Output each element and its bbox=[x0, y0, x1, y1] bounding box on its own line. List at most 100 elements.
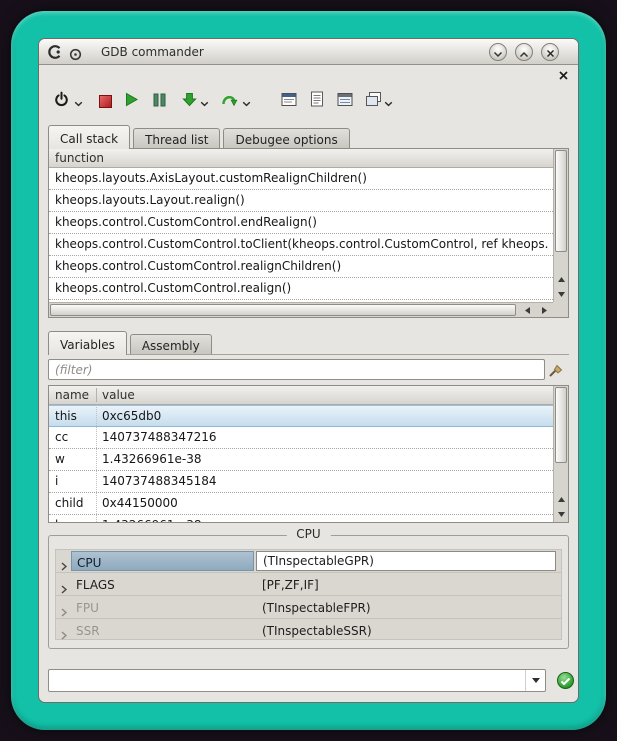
expander-icon[interactable] bbox=[61, 625, 67, 647]
column-header-name: name bbox=[55, 388, 89, 402]
callstack-vscrollbar[interactable] bbox=[553, 149, 568, 302]
variables-panel: name value this 0xc65db0 cc 140737488347… bbox=[48, 385, 569, 523]
variable-value: 1.43266961e-38 bbox=[102, 515, 202, 522]
power-button[interactable] bbox=[49, 88, 73, 114]
variable-value: 140737488347216 bbox=[102, 427, 217, 448]
source-window-icon bbox=[281, 92, 297, 111]
tab-thread-list[interactable]: Thread list bbox=[133, 128, 220, 149]
variable-row-selected[interactable]: this 0xc65db0 bbox=[49, 405, 553, 427]
minimize-button[interactable] bbox=[489, 43, 507, 61]
scrollbar-handle[interactable] bbox=[555, 387, 567, 463]
source-window-button[interactable] bbox=[277, 88, 301, 114]
register-group-name: FPU bbox=[71, 597, 254, 617]
scrollbar-corner bbox=[553, 302, 568, 317]
cpu-register-tree: CPU (TInspectableGPR) FLAGS [PF,ZF,IF] F… bbox=[55, 549, 562, 640]
tab-debugee-options[interactable]: Debugee options bbox=[223, 128, 349, 149]
scrollbar-handle[interactable] bbox=[555, 150, 567, 252]
stack-tabbar: Call stack Thread list Debugee options bbox=[48, 125, 353, 149]
callstack-row[interactable]: kheops.control.CustomControl.realign() bbox=[49, 278, 553, 300]
variables-header: name value bbox=[49, 386, 568, 405]
watch-window-icon bbox=[337, 92, 353, 111]
filter-input[interactable] bbox=[48, 359, 545, 380]
clear-filter-icon[interactable] bbox=[545, 360, 567, 380]
cpu-row[interactable]: FLAGS [PF,ZF,IF] bbox=[56, 573, 561, 596]
pause-button[interactable] bbox=[147, 88, 171, 114]
callstack-row[interactable]: kheops.control.CustomControl.endRealign(… bbox=[49, 212, 553, 234]
inspector-menu-arrow[interactable] bbox=[382, 97, 394, 105]
register-group-value: [PF,ZF,IF] bbox=[256, 574, 556, 594]
register-group-name: FLAGS bbox=[71, 574, 254, 594]
column-header-function: function bbox=[55, 151, 104, 165]
close-icon bbox=[546, 43, 555, 62]
panel-close-icon[interactable] bbox=[557, 69, 569, 81]
callstack-panel: function kheops.layouts.AxisLayout.custo… bbox=[48, 148, 569, 318]
scroll-down-button[interactable] bbox=[554, 507, 568, 522]
column-grid-line bbox=[96, 405, 97, 522]
variable-row[interactable]: b 1.43266961e-38 bbox=[49, 515, 553, 522]
app-icon bbox=[46, 44, 64, 64]
scroll-right-button[interactable] bbox=[536, 303, 553, 317]
scroll-down-button[interactable] bbox=[554, 287, 568, 302]
callstack-row[interactable]: kheops.layouts.Layout.realign() bbox=[49, 190, 553, 212]
variable-value: 0xc65db0 bbox=[102, 406, 161, 427]
variable-name: this bbox=[55, 406, 77, 427]
combo-dropdown-arrow[interactable] bbox=[525, 670, 545, 691]
menu-icon[interactable] bbox=[69, 46, 82, 65]
scrollbar-handle[interactable] bbox=[50, 304, 516, 316]
callstack-row[interactable]: kheops.control.CustomControl.realignChil… bbox=[49, 256, 553, 278]
variables-vscrollbar[interactable] bbox=[553, 386, 568, 522]
variables-tabbar: Variables Assembly bbox=[48, 331, 215, 355]
variable-row[interactable]: w 1.43266961e-38 bbox=[49, 449, 553, 471]
tab-call-stack[interactable]: Call stack bbox=[48, 125, 130, 149]
callstack-hscrollbar[interactable] bbox=[49, 302, 553, 317]
inspector-windows-icon bbox=[365, 91, 382, 111]
register-group-name: CPU bbox=[71, 551, 254, 571]
register-group-value: (TInspectableFPR) bbox=[256, 597, 556, 617]
run-button[interactable] bbox=[119, 88, 143, 114]
register-group-name: SSR bbox=[71, 620, 254, 640]
window-title: GDB commander bbox=[101, 45, 204, 59]
cpu-row-disabled[interactable]: SSR (TInspectableSSR) bbox=[56, 619, 561, 642]
maximize-button[interactable] bbox=[515, 43, 533, 61]
cpu-groupbox: CPU CPU (TInspectableGPR) FLAGS [PF,ZF,I… bbox=[48, 535, 569, 649]
callstack-header: function bbox=[49, 149, 568, 168]
chevron-down-icon bbox=[200, 92, 209, 111]
watch-window-button[interactable] bbox=[333, 88, 357, 114]
step-into-menu-arrow[interactable] bbox=[198, 97, 210, 105]
scroll-up-button[interactable] bbox=[554, 272, 568, 287]
cpu-row-disabled[interactable]: FPU (TInspectableFPR) bbox=[56, 596, 561, 619]
callstack-row[interactable]: kheops.control.CustomControl.toClient(kh… bbox=[49, 234, 553, 256]
step-over-menu-arrow[interactable] bbox=[240, 97, 252, 105]
command-combobox[interactable] bbox=[48, 669, 546, 692]
variable-row[interactable]: cc 140737488347216 bbox=[49, 427, 553, 449]
callstack-row[interactable]: kheops.layouts.AxisLayout.customRealignC… bbox=[49, 168, 553, 190]
variable-row[interactable]: child 0x44150000 bbox=[49, 493, 553, 515]
log-window-button[interactable] bbox=[305, 88, 329, 114]
play-icon bbox=[124, 92, 139, 111]
variable-name: b bbox=[55, 515, 63, 522]
variable-name: i bbox=[55, 471, 58, 492]
scroll-left-button[interactable] bbox=[519, 303, 536, 317]
tab-variables[interactable]: Variables bbox=[48, 331, 127, 355]
close-button[interactable] bbox=[541, 43, 559, 61]
chevron-up-icon bbox=[519, 43, 529, 62]
log-page-icon bbox=[310, 91, 324, 111]
cpu-row-selected[interactable]: CPU (TInspectableGPR) bbox=[56, 550, 561, 573]
variable-row[interactable]: i 140737488345184 bbox=[49, 471, 553, 493]
stop-button[interactable] bbox=[93, 88, 117, 114]
scroll-up-button[interactable] bbox=[554, 492, 568, 507]
callstack-list: kheops.layouts.AxisLayout.customRealignC… bbox=[49, 168, 553, 302]
column-divider[interactable] bbox=[96, 388, 97, 402]
step-over-button[interactable] bbox=[217, 88, 241, 114]
register-group-value: (TInspectableSSR) bbox=[256, 620, 556, 640]
desktop-background: GDB commander bbox=[0, 0, 617, 741]
titlebar[interactable]: GDB commander bbox=[39, 39, 578, 65]
tab-assembly[interactable]: Assembly bbox=[130, 334, 212, 355]
check-icon bbox=[560, 671, 571, 690]
command-input[interactable] bbox=[52, 671, 504, 690]
variable-name: cc bbox=[55, 427, 68, 448]
register-group-value[interactable]: (TInspectableGPR) bbox=[256, 551, 556, 571]
power-menu-arrow[interactable] bbox=[72, 97, 84, 105]
pause-icon bbox=[153, 92, 166, 111]
execute-button[interactable] bbox=[557, 672, 574, 689]
